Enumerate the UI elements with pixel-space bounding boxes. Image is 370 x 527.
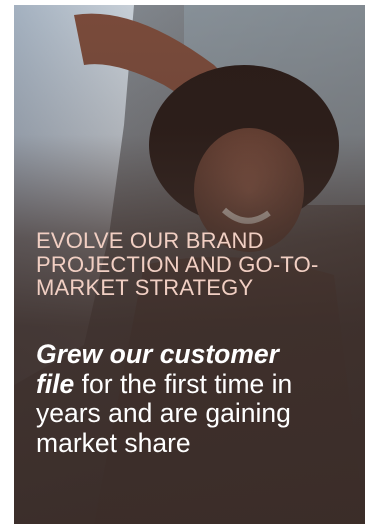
- headline-emphasis-2: file: [36, 368, 75, 399]
- headline-emphasis: Grew our customer: [36, 339, 279, 369]
- card-eyebrow: EVOLVE OUR BRAND PROJECTION AND GO-TO-MA…: [36, 228, 319, 300]
- headline-body: for the first time in years and are gain…: [36, 368, 293, 458]
- card-headline: Grew our customer file for the first time…: [36, 339, 336, 458]
- story-card[interactable]: EVOLVE OUR BRAND PROJECTION AND GO-TO-MA…: [14, 5, 365, 524]
